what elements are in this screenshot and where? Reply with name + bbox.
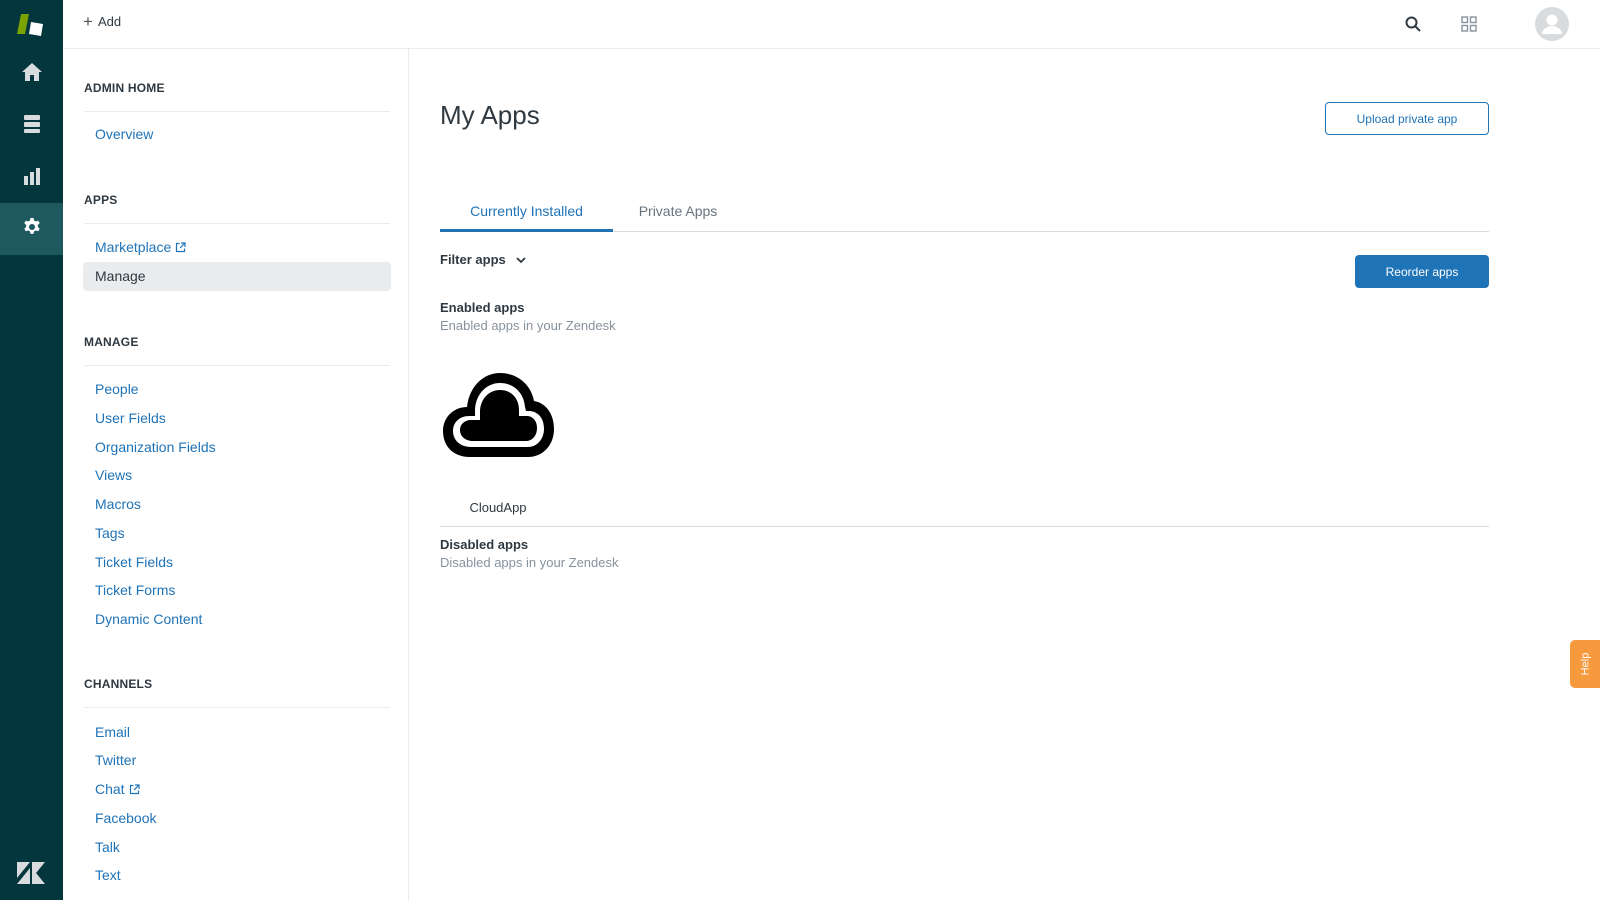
section-title-admin-home: ADMIN HOME xyxy=(84,81,165,95)
section-title-manage: MANAGE xyxy=(84,335,139,349)
app-tile-cloudapp[interactable]: CloudApp xyxy=(440,367,556,517)
admin-sidebar: ADMIN HOME Overview APPS Marketplace Man… xyxy=(63,49,409,900)
filter-apps-label: Filter apps xyxy=(440,252,506,267)
sidebar-item-views[interactable]: Views xyxy=(83,461,391,490)
sidebar-item-organization-fields[interactable]: Organization Fields xyxy=(83,433,391,462)
reporting-nav-button[interactable] xyxy=(0,152,63,204)
section-title-channels: CHANNELS xyxy=(84,677,153,691)
sidebar-item-twitter[interactable]: Twitter xyxy=(83,746,391,775)
sidebar-item-macros[interactable]: Macros xyxy=(83,490,391,519)
tab-private-apps[interactable]: Private Apps xyxy=(628,199,728,232)
chevron-down-icon xyxy=(516,252,526,267)
cloud-icon xyxy=(443,373,554,457)
sidebar-item-manage[interactable]: Manage xyxy=(83,262,391,291)
home-icon xyxy=(21,62,43,87)
zendesk-logo-icon[interactable] xyxy=(17,862,45,889)
section-divider xyxy=(440,526,1489,527)
sidebar-item-label: Chat xyxy=(95,781,125,797)
app-tabs: Currently Installed Private Apps xyxy=(440,199,1489,232)
sidebar-item-ticket-forms[interactable]: Ticket Forms xyxy=(83,576,391,605)
bar-chart-icon xyxy=(23,167,41,190)
disabled-apps-subtitle: Disabled apps in your Zendesk xyxy=(440,555,619,570)
sidebar-item-facebook[interactable]: Facebook xyxy=(83,804,391,833)
upload-private-app-button[interactable]: Upload private app xyxy=(1325,102,1489,135)
user-avatar[interactable] xyxy=(1535,7,1569,41)
section-title-apps: APPS xyxy=(84,193,118,207)
add-button[interactable]: + Add xyxy=(83,11,122,31)
sidebar-item-talk[interactable]: Talk xyxy=(83,833,391,862)
add-button-label: Add xyxy=(97,14,122,29)
search-icon[interactable] xyxy=(1401,12,1425,36)
tab-currently-installed[interactable]: Currently Installed xyxy=(440,199,613,232)
app-name: CloudApp xyxy=(469,500,527,515)
sidebar-item-tags[interactable]: Tags xyxy=(83,519,391,548)
sidebar-item-email[interactable]: Email xyxy=(83,718,391,747)
disabled-apps-title: Disabled apps xyxy=(440,537,529,552)
section-divider xyxy=(84,223,390,224)
sidebar-item-dynamic-content[interactable]: Dynamic Content xyxy=(83,605,391,634)
gear-icon xyxy=(22,217,42,242)
admin-nav-button[interactable] xyxy=(0,203,63,255)
help-button[interactable]: Help xyxy=(1570,640,1600,688)
sidebar-item-marketplace[interactable]: Marketplace xyxy=(83,233,391,262)
enabled-apps-subtitle: Enabled apps in your Zendesk xyxy=(440,318,616,333)
top-bar: + Add xyxy=(63,0,1600,49)
section-divider xyxy=(84,707,390,708)
user-icon xyxy=(1542,14,1562,34)
sidebar-item-text[interactable]: Text xyxy=(83,861,391,890)
sidebar-item-ticket-fields[interactable]: Ticket Fields xyxy=(83,548,391,577)
product-nav-rail xyxy=(0,0,63,900)
sidebar-item-people[interactable]: People xyxy=(83,375,391,404)
filter-apps-dropdown[interactable]: Filter apps xyxy=(440,252,526,267)
sidebar-item-chat[interactable]: Chat xyxy=(83,775,391,804)
sidebar-item-label: Marketplace xyxy=(95,239,172,255)
help-label: Help xyxy=(1579,652,1591,676)
external-link-icon xyxy=(175,234,186,263)
product-tray-icon[interactable] xyxy=(1457,12,1481,36)
home-nav-button[interactable] xyxy=(0,48,63,100)
sidebar-item-user-fields[interactable]: User Fields xyxy=(83,404,391,433)
sidebar-item-overview[interactable]: Overview xyxy=(83,120,391,149)
inbox-icon xyxy=(23,114,41,139)
section-divider xyxy=(84,111,390,112)
plus-icon: + xyxy=(83,11,93,31)
external-link-icon xyxy=(129,776,140,805)
views-nav-button[interactable] xyxy=(0,100,63,152)
page-title: My Apps xyxy=(440,100,540,130)
section-divider xyxy=(84,365,390,366)
zendesk-support-logo[interactable] xyxy=(17,12,47,38)
enabled-apps-title: Enabled apps xyxy=(440,300,525,315)
main-content: My Apps Upload private app Currently Ins… xyxy=(410,49,1600,900)
reorder-apps-button[interactable]: Reorder apps xyxy=(1355,255,1489,288)
